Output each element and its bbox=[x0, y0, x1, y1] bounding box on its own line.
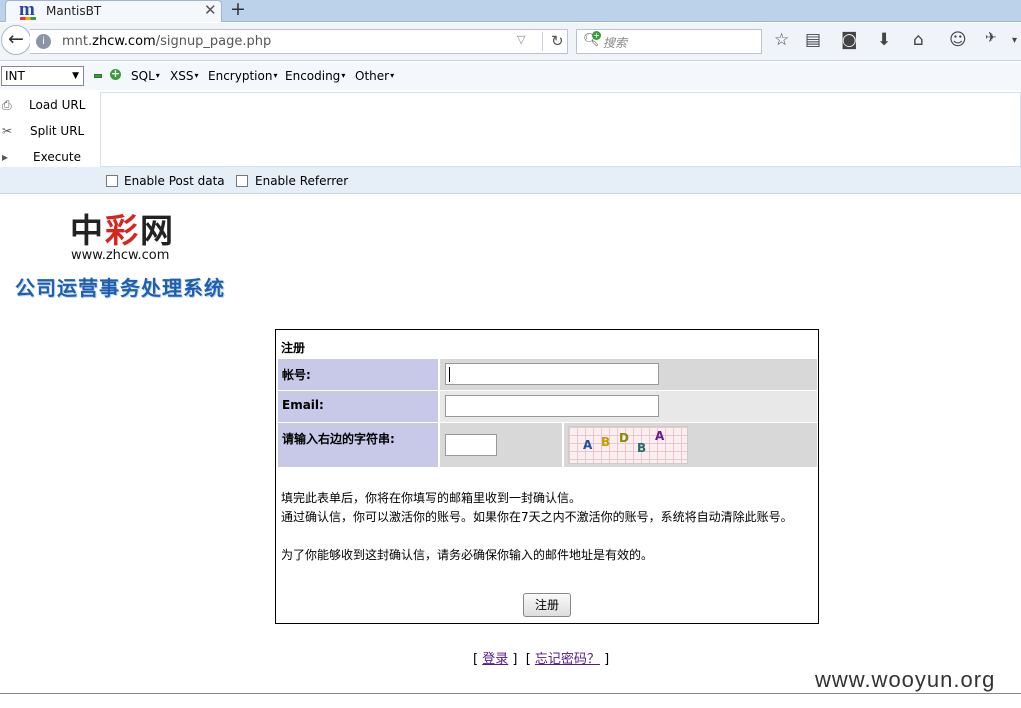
navigation-bar: ← i mnt.zhcw.com/signup_page.php ▽ ↻ 🔍︎ … bbox=[0, 23, 1021, 61]
extension-icon[interactable]: ✈ bbox=[985, 30, 997, 46]
footer-divider bbox=[0, 693, 1021, 694]
email-label: Email: bbox=[278, 391, 438, 422]
url-dropdown-icon[interactable]: ▽ bbox=[517, 33, 525, 46]
reload-icon[interactable]: ↻ bbox=[542, 32, 564, 51]
hackbar-type-select[interactable]: INT ▼ bbox=[1, 66, 84, 86]
watermark: www.wooyun.org bbox=[815, 667, 996, 692]
forgot-password-link[interactable]: 忘记密码？ bbox=[535, 652, 600, 667]
tab-close-icon[interactable]: ✕ bbox=[204, 1, 217, 19]
increase-icon[interactable]: + bbox=[110, 68, 121, 80]
signup-instruction-3: 为了你能够收到这封确认信，请务必确保你输入的邮件地址是有效的。 bbox=[281, 548, 654, 562]
bookmark-star-icon[interactable]: ☆ bbox=[774, 30, 789, 50]
search-input[interactable]: 搜索 bbox=[603, 34, 627, 51]
username-input[interactable] bbox=[445, 363, 659, 385]
favicon-color-bar bbox=[20, 17, 36, 20]
enable-referrer-label: Enable Referrer bbox=[255, 174, 349, 188]
new-tab-button[interactable]: + bbox=[230, 0, 246, 20]
menu-overflow-icon[interactable]: ▾ bbox=[1012, 35, 1017, 46]
download-icon[interactable]: ⬇ bbox=[877, 30, 891, 50]
load-url-button[interactable]: ⎙ Load URL bbox=[0, 94, 100, 116]
system-subtitle: 公司运营事务处理系统 bbox=[15, 276, 225, 300]
username-label: 帐号: bbox=[278, 359, 438, 390]
select-value: INT bbox=[5, 69, 25, 83]
split-url-button[interactable]: ✂ Split URL bbox=[0, 120, 100, 142]
menu-encryption[interactable]: Encryption▾ bbox=[208, 69, 277, 83]
menu-other[interactable]: Other▾ bbox=[355, 69, 394, 83]
tab-strip: m MantisBT ✕ + bbox=[0, 0, 1021, 22]
url-bar[interactable]: i mnt.zhcw.com/signup_page.php ▽ ↻ bbox=[30, 29, 568, 54]
search-engine-add-icon: + bbox=[592, 31, 601, 40]
signup-instruction-2: 通过确认信，你可以激活你的账号。如果你在7天之内不激活你的账号，系统将自动清除此… bbox=[281, 510, 793, 524]
menu-xss[interactable]: XSS▾ bbox=[170, 69, 198, 83]
username-row: 帐号: bbox=[278, 359, 817, 390]
menu-encoding[interactable]: Encoding▾ bbox=[285, 69, 345, 83]
signup-form: 注册 帐号: Email: 请输入右边的字符串: A B D B A 填完此表单… bbox=[275, 329, 819, 624]
tab-mantisbt[interactable]: m MantisBT ✕ bbox=[5, 0, 222, 22]
form-title: 注册 bbox=[281, 341, 306, 355]
chat-icon[interactable]: ☺ bbox=[949, 30, 967, 50]
captcha-row: 请输入右边的字符串: A B D B A bbox=[278, 423, 817, 467]
hackbar-toolbar: INT ▼ + SQL▾ XSS▾ Encryption▾ Encoding▾ … bbox=[0, 62, 1021, 90]
login-link[interactable]: 登录 bbox=[482, 652, 508, 667]
site-logo: 中彩网 bbox=[70, 211, 175, 250]
play-icon: ▸ bbox=[2, 150, 9, 164]
text-cursor bbox=[449, 367, 450, 382]
search-bar[interactable]: 🔍︎ + 搜索 bbox=[576, 29, 762, 54]
tab-title: MantisBT bbox=[46, 4, 102, 18]
site-info-icon[interactable]: i bbox=[36, 34, 51, 49]
menu-sql[interactable]: SQL▾ bbox=[131, 69, 160, 83]
decrease-icon[interactable] bbox=[94, 74, 102, 78]
captcha-image: A B D B A bbox=[568, 426, 688, 464]
pocket-icon[interactable]: ◙ bbox=[841, 30, 858, 50]
chevron-down-icon: ▼ bbox=[72, 71, 79, 81]
load-url-icon: ⎙ bbox=[2, 98, 12, 112]
footer-links: [ 登录 ] [ 忘记密码？ ] bbox=[473, 652, 610, 667]
url-text: mnt.zhcw.com/signup_page.php bbox=[62, 34, 272, 49]
execute-button[interactable]: ▸ Execute bbox=[0, 146, 100, 168]
captcha-label: 请输入右边的字符串: bbox=[278, 423, 438, 467]
hackbar-url-textarea[interactable] bbox=[100, 92, 1021, 167]
enable-post-data-label: Enable Post data bbox=[124, 174, 225, 188]
scissors-icon: ✂ bbox=[2, 124, 13, 138]
signup-instruction-1: 填完此表单后，你将在你填写的邮箱里收到一封确认信。 bbox=[281, 491, 582, 505]
captcha-input[interactable] bbox=[445, 434, 497, 456]
logo-url: www.zhcw.com bbox=[71, 248, 170, 263]
hackbar-actions: ⎙ Load URL ✂ Split URL ▸ Execute bbox=[0, 92, 100, 167]
hackbar-options: Enable Post data Enable Referrer bbox=[0, 167, 1021, 194]
enable-referrer-checkbox[interactable] bbox=[236, 175, 248, 187]
home-icon[interactable]: ⌂ bbox=[913, 30, 924, 50]
email-input[interactable] bbox=[445, 395, 659, 417]
signup-submit-button[interactable]: 注册 bbox=[523, 593, 571, 617]
email-row: Email: bbox=[278, 391, 817, 422]
back-button[interactable]: ← bbox=[1, 25, 31, 55]
enable-post-data-checkbox[interactable] bbox=[106, 175, 118, 187]
reading-list-icon[interactable]: ▤ bbox=[805, 30, 821, 50]
